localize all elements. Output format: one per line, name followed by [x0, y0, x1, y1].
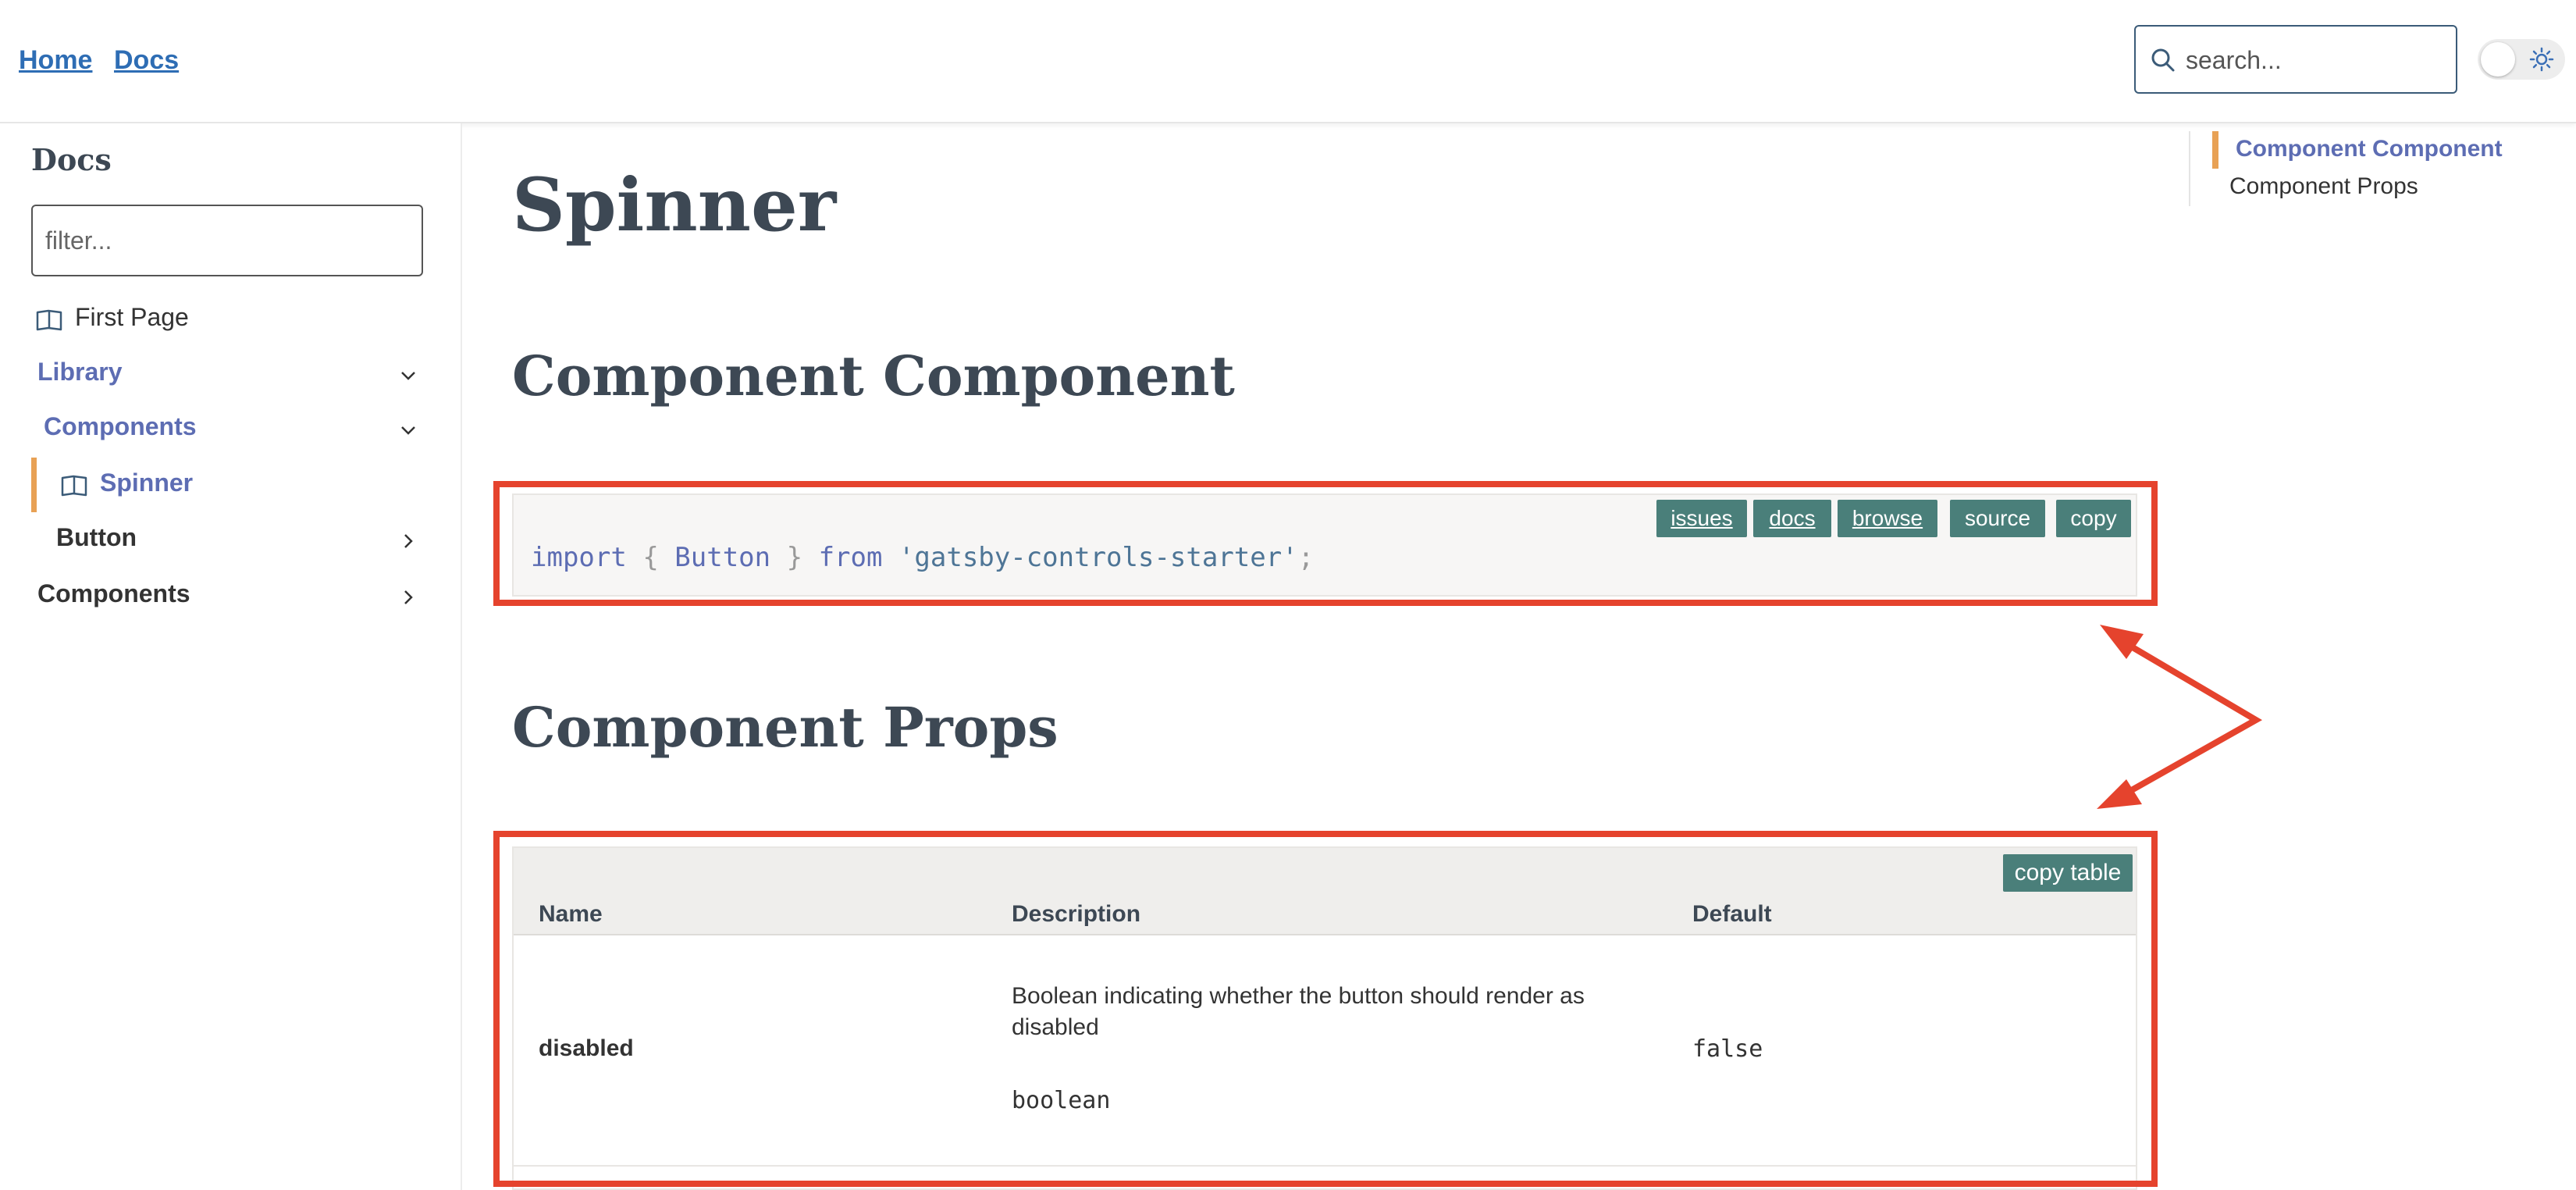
nav-docs-link[interactable]: Docs [114, 45, 179, 76]
book-icon [61, 475, 87, 497]
sidebar-item-spinner[interactable]: Spinner [61, 469, 420, 503]
sidebar-item-label: Spinner [100, 469, 194, 497]
sidebar-item-label: Library [37, 358, 123, 386]
chevron-right-icon [404, 534, 413, 548]
chevron-down-icon [401, 426, 415, 435]
annotation-box-table [493, 831, 2158, 1187]
sidebar-item-label: Components [44, 412, 197, 440]
sidebar-item-label: First Page [75, 303, 189, 331]
nav-home-link[interactable]: Home [19, 45, 92, 76]
sun-icon [2529, 47, 2554, 72]
sidebar-item-first-page[interactable]: First Page [36, 303, 426, 337]
page-title: Spinner [512, 162, 837, 248]
toc-item-component-props[interactable]: Component Props [2229, 173, 2418, 200]
active-item-marker [31, 458, 37, 512]
sidebar-title: Docs [31, 142, 112, 177]
sidebar-item-components-2[interactable]: Components [37, 579, 428, 614]
sidebar: Docs First Page Library Components Spinn… [0, 123, 462, 1190]
book-icon [36, 309, 62, 331]
toc-item-component-component[interactable]: Component Component [2236, 136, 2503, 162]
annotation-box-code [493, 481, 2158, 606]
sidebar-item-button[interactable]: Button [56, 523, 428, 558]
chevron-right-icon [404, 590, 413, 604]
filter-input[interactable] [31, 205, 423, 276]
section-heading-props: Component Props [512, 695, 1059, 760]
search-input[interactable] [2184, 41, 2445, 80]
chevron-down-icon [401, 372, 415, 380]
sidebar-item-library[interactable]: Library [37, 358, 428, 392]
section-heading-component: Component Component [512, 344, 1235, 408]
sidebar-item-label: Components [37, 579, 190, 607]
search-box[interactable] [2134, 25, 2457, 94]
search-icon [2151, 48, 2175, 72]
sidebar-item-label: Button [56, 523, 137, 551]
sidebar-item-components[interactable]: Components [44, 412, 428, 447]
toggle-knob [2481, 42, 2515, 77]
theme-toggle[interactable] [2478, 39, 2565, 80]
toc-active-marker [2212, 131, 2218, 169]
top-header: Home Docs [0, 0, 2576, 123]
toc-rail [2189, 131, 2190, 206]
